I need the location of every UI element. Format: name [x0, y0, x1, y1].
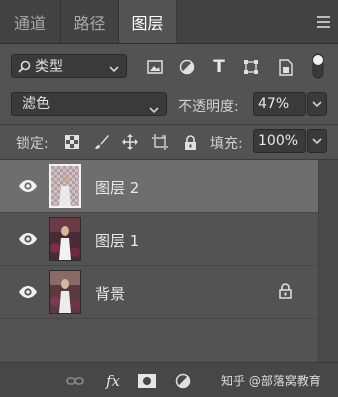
tab-channels[interactable]: 通道 [0, 0, 61, 43]
layer-filter-row: 类型 T [0, 44, 338, 88]
layer-thumbnail[interactable] [49, 164, 81, 208]
adjustment-layer-icon[interactable] [174, 372, 192, 390]
layers-bottom-bar: fx 知乎 @部落窝教育 [0, 362, 338, 397]
opacity-slider-button[interactable] [307, 92, 327, 116]
opacity-label: 不透明度: [178, 99, 239, 115]
layers-list: 图层 2 图层 1 背景 [0, 160, 318, 362]
type-filter-icon[interactable]: T [210, 57, 228, 77]
filter-kind-select[interactable]: 类型 [11, 54, 127, 78]
search-icon [18, 60, 31, 73]
shape-filter-icon[interactable] [242, 58, 260, 76]
smart-object-filter-icon[interactable] [276, 58, 294, 76]
chevron-down-icon [109, 61, 119, 77]
chevron-down-icon [312, 138, 322, 145]
chevron-down-icon [312, 101, 322, 108]
panel-tab-bar: 通道 路径 图层 [0, 0, 338, 44]
panel-menu-icon[interactable] [308, 0, 338, 43]
blend-mode-value: 滤色 [22, 96, 50, 112]
layer-thumbnail[interactable] [49, 270, 81, 314]
lock-icon [279, 283, 293, 299]
layer-row-background[interactable]: 背景 [0, 266, 318, 319]
lock-position-icon[interactable] [121, 133, 139, 151]
blend-mode-select[interactable]: 滤色 [11, 92, 167, 116]
lock-transparent-pixels-icon[interactable] [63, 133, 81, 151]
layer-row-layer-2[interactable]: 图层 2 [0, 160, 318, 213]
layer-row-layer-1[interactable]: 图层 1 [0, 213, 318, 266]
layer-style-fx-icon[interactable]: fx [102, 372, 124, 390]
tab-paths[interactable]: 路径 [61, 0, 119, 43]
lock-all-icon[interactable] [181, 133, 199, 151]
layer-name[interactable]: 图层 1 [95, 230, 139, 251]
layer-name[interactable]: 图层 2 [95, 177, 139, 198]
eye-icon[interactable] [18, 231, 38, 247]
eye-icon[interactable] [18, 178, 38, 194]
chevron-down-icon [149, 99, 159, 121]
layer-thumbnail[interactable] [49, 217, 81, 261]
fill-label: 填充: [210, 136, 243, 152]
filter-kind-label: 类型 [35, 59, 63, 75]
layer-name[interactable]: 背景 [95, 283, 125, 304]
image-filter-icon[interactable] [146, 58, 164, 76]
fill-input[interactable]: 100% [253, 129, 306, 153]
lock-row: 锁定: 填充: 100% [0, 125, 338, 159]
tab-layers[interactable]: 图层 [119, 0, 177, 43]
adjustment-filter-icon[interactable] [178, 58, 196, 76]
link-layers-icon[interactable] [66, 372, 84, 390]
eye-icon[interactable] [18, 284, 38, 300]
watermark-text: 知乎 @部落窝教育 [221, 374, 321, 388]
fill-slider-button[interactable] [307, 129, 327, 153]
lock-artboard-icon[interactable] [151, 133, 169, 151]
filter-toggle-icon[interactable] [311, 52, 325, 80]
lock-image-pixels-icon[interactable] [93, 133, 111, 151]
add-mask-icon[interactable] [138, 372, 156, 390]
layers-scrollbar[interactable] [318, 160, 338, 362]
blend-row: 滤色 不透明度: 47% [0, 88, 338, 124]
opacity-input[interactable]: 47% [253, 92, 306, 116]
lock-label: 锁定: [16, 136, 49, 152]
